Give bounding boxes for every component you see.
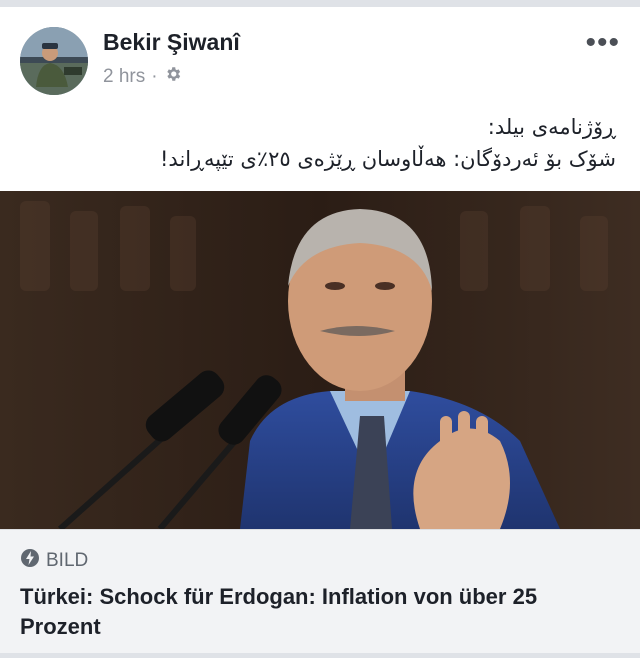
post-photo[interactable] (0, 191, 640, 529)
instant-article-bolt-icon (20, 548, 40, 574)
author-name[interactable]: Bekir Şiwanî (103, 29, 240, 56)
post-meta: 2 hrs · (103, 65, 182, 89)
preview-source: BILD (20, 548, 88, 574)
source-label: BILD (46, 550, 89, 571)
post-text: ڕۆژنامەی بیلد: شۆک بۆ ئەردۆگان: هەڵاوسان… (26, 111, 616, 175)
post-text-line: ڕۆژنامەی بیلد: (487, 115, 616, 139)
link-preview[interactable]: BILD Türkei: Schock für Erdogan: Inflati… (0, 529, 640, 653)
photo-image (0, 191, 640, 529)
avatar-image (20, 27, 88, 95)
post-time[interactable]: 2 hrs (103, 66, 145, 88)
post-card: Bekir Şiwanî 2 hrs · ••• ڕۆژنامەی بیلد: … (0, 7, 640, 653)
preview-headline[interactable]: Türkei: Schock für Erdogan: Inflation vo… (20, 582, 610, 642)
meta-separator: · (151, 66, 158, 87)
post-text-line: شۆک بۆ ئەردۆگان: هەڵاوسان ڕێژەی ٢٥٪ی تێپ… (160, 147, 616, 171)
gear-icon[interactable] (164, 65, 182, 89)
avatar[interactable] (20, 27, 88, 95)
more-icon[interactable]: ••• (585, 28, 620, 58)
